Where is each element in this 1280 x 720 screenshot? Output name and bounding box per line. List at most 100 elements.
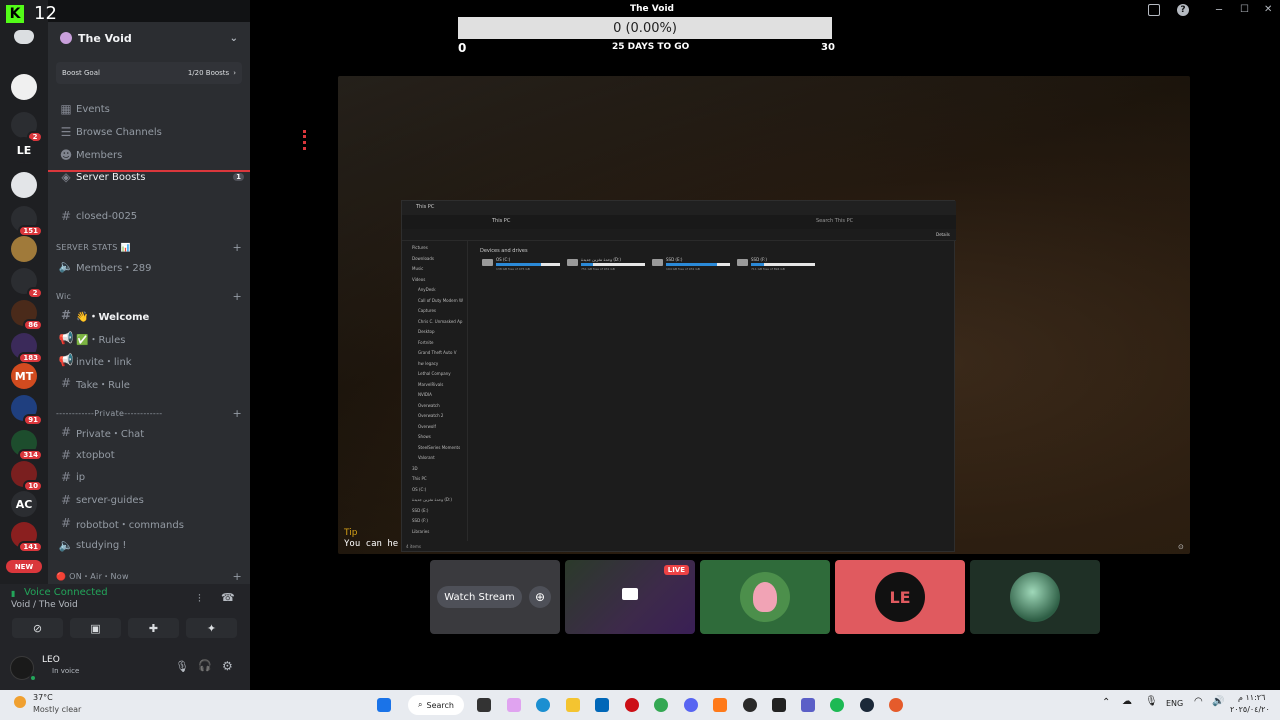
- channel-closed[interactable]: # closed-0025: [58, 206, 244, 226]
- voice-status[interactable]: Voice Connected: [12, 587, 108, 598]
- soundboard-button[interactable]: ✦: [186, 618, 237, 638]
- steam-icon[interactable]: [860, 698, 874, 712]
- channel-ip[interactable]: # ip: [58, 467, 244, 487]
- server-icon[interactable]: 314: [11, 430, 43, 461]
- category-server-stats[interactable]: SERVER STATS 📊 +: [56, 240, 242, 254]
- teams-icon[interactable]: [801, 698, 815, 712]
- maximize-icon[interactable]: ☐: [1240, 4, 1249, 15]
- file-explorer-icon[interactable]: [566, 698, 580, 712]
- inbox-icon[interactable]: [1148, 4, 1160, 16]
- nav-server-boosts[interactable]: ◈ Server Boosts 1: [58, 167, 244, 187]
- channel-label: 👋・Welcome: [76, 311, 150, 323]
- server-icon[interactable]: 2: [11, 112, 43, 143]
- watch-stream-button[interactable]: Watch Stream: [437, 586, 522, 608]
- clock-time[interactable]: ١١:٢٦ م: [1238, 693, 1265, 702]
- settings-gear-icon[interactable]: ⚙: [222, 659, 233, 673]
- language-indicator[interactable]: ENG: [1166, 699, 1183, 708]
- close-icon[interactable]: ✕: [1264, 4, 1272, 15]
- server-icon[interactable]: AC: [11, 491, 37, 517]
- category-on-air[interactable]: 🔴 ON・Air・Now +: [56, 569, 242, 583]
- edge-icon[interactable]: [536, 698, 550, 712]
- chevron-down-icon[interactable]: ⌄: [230, 33, 238, 44]
- weather-desc[interactable]: Mostly clear: [33, 705, 81, 714]
- epic-games-icon[interactable]: [772, 698, 786, 712]
- drive-usage-fill: [581, 263, 594, 266]
- channel-xtopbot[interactable]: # xtopbot: [58, 445, 244, 465]
- plus-icon[interactable]: +: [232, 407, 242, 420]
- boost-goal-bar[interactable]: Boost Goal 1/20 Boosts ›: [56, 62, 242, 84]
- channel-server-guides[interactable]: # server-guides: [58, 490, 244, 510]
- stream-video[interactable]: This PC This PC Search This PC Details P…: [338, 76, 1190, 554]
- discord-icon[interactable]: [684, 698, 698, 712]
- guild-header[interactable]: The Void ⌄: [48, 22, 250, 54]
- drag-handle-icon[interactable]: [303, 130, 306, 150]
- chevron-up-icon[interactable]: ⌃: [1102, 697, 1110, 708]
- channel-take-rule[interactable]: # Take・Rule: [58, 373, 244, 393]
- server-icon[interactable]: 10: [11, 461, 43, 492]
- obs-icon[interactable]: [743, 698, 757, 712]
- server-icon[interactable]: [11, 172, 37, 198]
- mic-tray-icon[interactable]: 🎙: [1145, 696, 1158, 707]
- disconnect-icon[interactable]: ☎: [221, 591, 235, 604]
- tile-live-stream[interactable]: LIVE: [565, 560, 695, 634]
- channel-studying[interactable]: 🔈 studying !: [58, 535, 244, 555]
- video-off-button[interactable]: ⊘: [12, 618, 63, 638]
- mic-icon[interactable]: 🎙: [175, 660, 189, 673]
- server-icon[interactable]: MT: [11, 363, 37, 389]
- minimize-icon[interactable]: ─: [1216, 5, 1222, 16]
- activity-button[interactable]: ✚: [128, 618, 179, 638]
- tile-watch-stream[interactable]: Watch Stream ⊕: [430, 560, 560, 634]
- channel-welcome[interactable]: # 👋・Welcome: [58, 305, 244, 325]
- game-app-icon[interactable]: [889, 698, 903, 712]
- channel-private-chat[interactable]: # Private・Chat: [58, 422, 244, 442]
- opera-icon[interactable]: [625, 698, 639, 712]
- taskbar-search[interactable]: ⌕ Search: [408, 695, 464, 715]
- server-icon[interactable]: 183: [11, 333, 43, 364]
- server-icon[interactable]: 2: [11, 268, 43, 299]
- windows-start-icon[interactable]: [377, 698, 391, 712]
- screen-share-button[interactable]: ▣: [70, 618, 121, 638]
- help-icon[interactable]: ?: [1177, 4, 1189, 16]
- discord-home-icon[interactable]: [14, 30, 34, 44]
- noise-suppression-icon[interactable]: ⫶: [198, 592, 201, 606]
- tile-participant-patrick[interactable]: [700, 560, 830, 634]
- category-private[interactable]: ------------Private------------ +: [56, 406, 242, 420]
- nav-events[interactable]: ▦ Events: [58, 99, 244, 119]
- spotify-icon[interactable]: [830, 698, 844, 712]
- plus-icon[interactable]: +: [232, 241, 242, 254]
- tile-participant-le[interactable]: LE: [835, 560, 965, 634]
- app-icon[interactable]: [713, 698, 727, 712]
- task-view-icon[interactable]: [477, 698, 491, 712]
- clock-date[interactable]: ٢٠٢٥/٠٤/٢٠: [1230, 705, 1270, 714]
- server-icon[interactable]: 86: [11, 300, 43, 331]
- server-icon[interactable]: 141: [11, 522, 43, 553]
- server-icon[interactable]: LE: [11, 137, 37, 163]
- channel-robotbot-commands[interactable]: # robotbot・commands: [58, 513, 244, 533]
- fullscreen-icon[interactable]: ⊙: [1178, 543, 1184, 551]
- server-icon[interactable]: 151: [11, 206, 43, 237]
- category-wic[interactable]: Wic +: [56, 289, 242, 303]
- nav-members[interactable]: ☻ Members: [58, 145, 244, 165]
- new-pill[interactable]: NEW: [6, 560, 42, 573]
- weather-icon[interactable]: [14, 696, 26, 708]
- store-icon[interactable]: [595, 698, 609, 712]
- stream-preview-icon[interactable]: ⊕: [529, 586, 551, 608]
- cloud-icon[interactable]: ☁: [1122, 696, 1132, 707]
- server-icon[interactable]: 91: [11, 395, 43, 426]
- wifi-icon[interactable]: ◠: [1194, 696, 1203, 707]
- tile-participant-3[interactable]: [970, 560, 1100, 634]
- nav-browse-channels[interactable]: ☰ Browse Channels: [58, 122, 244, 142]
- server-icon[interactable]: [11, 236, 37, 262]
- voice-location[interactable]: Void / The Void: [11, 600, 78, 610]
- server-icon[interactable]: [11, 74, 37, 100]
- plus-icon[interactable]: +: [232, 290, 242, 303]
- channel-members-count[interactable]: 🔈 Members・289: [58, 256, 244, 276]
- volume-icon[interactable]: 🔊: [1212, 696, 1224, 707]
- plus-icon[interactable]: +: [232, 570, 242, 583]
- channel-rules[interactable]: 📢 ✅・Rules: [58, 328, 244, 348]
- chrome-icon[interactable]: [654, 698, 668, 712]
- weather-temp[interactable]: 37°C: [33, 693, 53, 702]
- channel-invite-link[interactable]: 📢 invite・link: [58, 350, 244, 370]
- copilot-icon[interactable]: [507, 698, 521, 712]
- headphones-icon[interactable]: 🎧: [198, 659, 212, 672]
